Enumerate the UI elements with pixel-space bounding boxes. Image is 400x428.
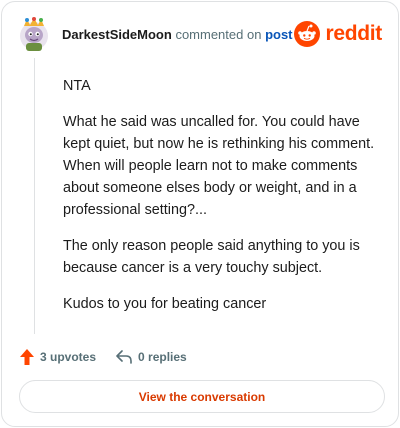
reply-arrow-icon — [116, 350, 132, 364]
comment-paragraph: NTA — [63, 78, 91, 94]
comment-body: NTA What he said was uncalled for. You c… — [63, 75, 381, 329]
user-avatar[interactable] — [18, 16, 50, 52]
reddit-logo[interactable]: reddit — [294, 20, 382, 48]
comment-paragraph: The only reason people said anything to … — [63, 238, 360, 276]
comment-actions: 3 upvotes 0 replies — [20, 346, 207, 368]
comment-paragraph: What he said was uncalled for. You could… — [63, 114, 375, 218]
comment-paragraph: Kudos to you for beating cancer — [63, 296, 267, 312]
reddit-snoo-icon — [294, 21, 321, 47]
reddit-wordmark: reddit — [325, 22, 382, 45]
upvote-button[interactable]: 3 upvotes — [20, 349, 96, 365]
reply-button[interactable]: 0 replies — [116, 350, 187, 364]
embedded-comment-card: DarkestSideMoon commented on post reddit… — [1, 1, 399, 427]
upvote-count: 3 upvotes — [40, 350, 97, 364]
byline-action-text: commented on — [175, 27, 262, 42]
upvote-arrow-icon — [20, 349, 34, 365]
view-conversation-button[interactable]: View the conversation — [19, 380, 385, 413]
post-link[interactable]: post — [265, 27, 292, 42]
thread-line — [34, 58, 35, 334]
comment-header: DarkestSideMoon commented on post reddit — [18, 16, 384, 56]
comment-byline: DarkestSideMoon commented on post — [62, 27, 293, 42]
reply-count: 0 replies — [138, 350, 187, 364]
username-link[interactable]: DarkestSideMoon — [62, 27, 172, 42]
